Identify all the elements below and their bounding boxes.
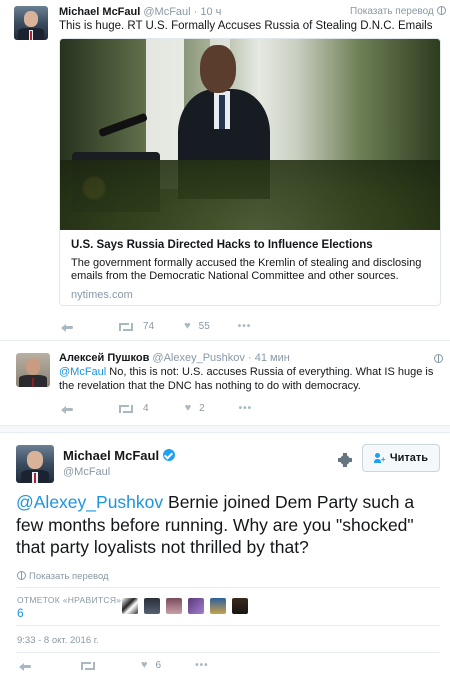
card-domain: nytimes.com [71, 289, 133, 301]
liker-avatar[interactable] [144, 598, 160, 614]
card-image [60, 39, 440, 230]
tweet-header: Michael McFaul @McFaul · 10 ч [59, 6, 221, 18]
follow-person-icon: + [373, 453, 386, 464]
verified-badge-icon [163, 449, 176, 461]
avatar[interactable] [14, 6, 48, 40]
timestamp[interactable]: 9:33 - 8 окт. 2016 г. [17, 635, 99, 646]
tweet-text: @McFaul No, this is not: U.S. accuses Ru… [59, 366, 439, 393]
divider [16, 652, 440, 653]
gear-icon[interactable] [338, 453, 352, 467]
reply-icon [61, 323, 73, 332]
globe-icon [17, 571, 26, 580]
author-line: Michael McFaul [63, 448, 176, 463]
heart-icon: ♥ [184, 402, 192, 414]
liker-avatar[interactable] [210, 598, 226, 614]
liker-avatar[interactable] [188, 598, 204, 614]
translate-link[interactable]: Показать перевод [350, 6, 446, 17]
tweet-time[interactable]: 10 ч [200, 6, 221, 18]
separator [0, 425, 450, 433]
likes-count[interactable]: 6 [17, 606, 24, 620]
translate-label: Показать перевод [350, 6, 434, 17]
separator-dot: · [193, 6, 198, 18]
like-button[interactable]: ♥ 2 [184, 402, 205, 415]
tweet-text: @Alexey_Pushkov Bernie joined Dem Party … [16, 491, 436, 559]
like-button[interactable]: ♥ 55 [184, 320, 210, 333]
card-title: U.S. Says Russia Directed Hacks to Influ… [71, 239, 373, 251]
liker-avatar[interactable] [166, 598, 182, 614]
card-description: The government formally accused the Krem… [71, 257, 422, 282]
tweet-actions: 4 ♥ 2 ••• [61, 403, 252, 414]
follow-button[interactable]: + Читать [362, 444, 440, 472]
retweet-count: 4 [143, 403, 149, 414]
avatar[interactable] [16, 445, 54, 483]
tweet-main: Michael McFaul @McFaul + Читать @Alexey_… [0, 433, 450, 679]
author-handle[interactable]: @McFaul [143, 6, 190, 18]
like-count: 55 [198, 321, 210, 332]
retweet-button[interactable] [81, 661, 95, 670]
reply-button[interactable] [61, 323, 73, 332]
more-button[interactable]: ••• [238, 321, 252, 332]
like-button[interactable]: ♥ 6 [141, 659, 162, 672]
tweet-text: This is huge. RT U.S. Formally Accuses R… [59, 20, 433, 32]
divider [16, 587, 440, 588]
like-count: 2 [199, 403, 205, 414]
retweet-icon [81, 661, 95, 670]
heart-icon: ♥ [184, 320, 191, 332]
tweet-mcfaul-retweet: Michael McFaul @McFaul · 10 ч Показать п… [0, 0, 450, 340]
translate-link[interactable]: Показать перевод [17, 571, 109, 582]
author-name[interactable]: Michael McFaul [59, 6, 140, 18]
tweet-header: Алексей Пушков @Alexey_Pushkov · 41 мин [59, 352, 290, 364]
liker-avatar[interactable] [232, 598, 248, 614]
heart-icon: ♥ [141, 659, 148, 671]
translate-label: Показать перевод [29, 571, 109, 582]
more-icon: ••• [195, 660, 209, 671]
reply-icon [19, 662, 31, 671]
reply-button[interactable] [61, 405, 73, 414]
like-count: 6 [155, 660, 162, 671]
mention-link[interactable]: @McFaul [59, 366, 106, 378]
more-button[interactable]: ••• [195, 660, 209, 671]
retweet-icon [119, 322, 133, 331]
globe-icon[interactable] [434, 354, 443, 363]
tweet-pushkov: Алексей Пушков @Alexey_Pushkov · 41 мин … [0, 340, 450, 425]
likes-label[interactable]: ОТМЕТОК «НРАВИТСЯ» [17, 595, 121, 605]
tweet-body: No, this is not: U.S. accuses Russia of … [59, 366, 434, 392]
reply-button[interactable] [19, 662, 31, 671]
link-card[interactable]: U.S. Says Russia Directed Hacks to Influ… [59, 38, 441, 306]
tweet-actions: 74 ♥ 55 ••• [61, 321, 251, 332]
mention-link[interactable]: @Alexey_Pushkov [16, 492, 163, 512]
separator-dot: · [247, 352, 252, 364]
more-icon: ••• [238, 403, 253, 414]
author-name[interactable]: Алексей Пушков [59, 352, 149, 364]
author-name[interactable]: Michael McFaul [63, 448, 159, 463]
avatar[interactable] [16, 353, 50, 387]
more-icon: ••• [237, 321, 252, 332]
reply-icon [61, 405, 73, 414]
globe-icon [436, 6, 446, 15]
retweet-button[interactable]: 4 [119, 403, 149, 414]
liker-avatar[interactable] [122, 598, 138, 614]
tweet-time[interactable]: 41 мин [255, 352, 290, 364]
tweet-actions: ♥ 6 ••• [19, 660, 209, 671]
divider [16, 625, 440, 626]
retweet-count: 74 [143, 321, 155, 332]
follow-label: Читать [389, 452, 429, 464]
author-handle[interactable]: @McFaul [63, 466, 110, 478]
likers-list [122, 598, 254, 614]
author-handle[interactable]: @Alexey_Pushkov [152, 352, 245, 364]
more-button[interactable]: ••• [239, 403, 253, 414]
retweet-icon [119, 404, 133, 413]
retweet-button[interactable]: 74 [119, 321, 154, 332]
